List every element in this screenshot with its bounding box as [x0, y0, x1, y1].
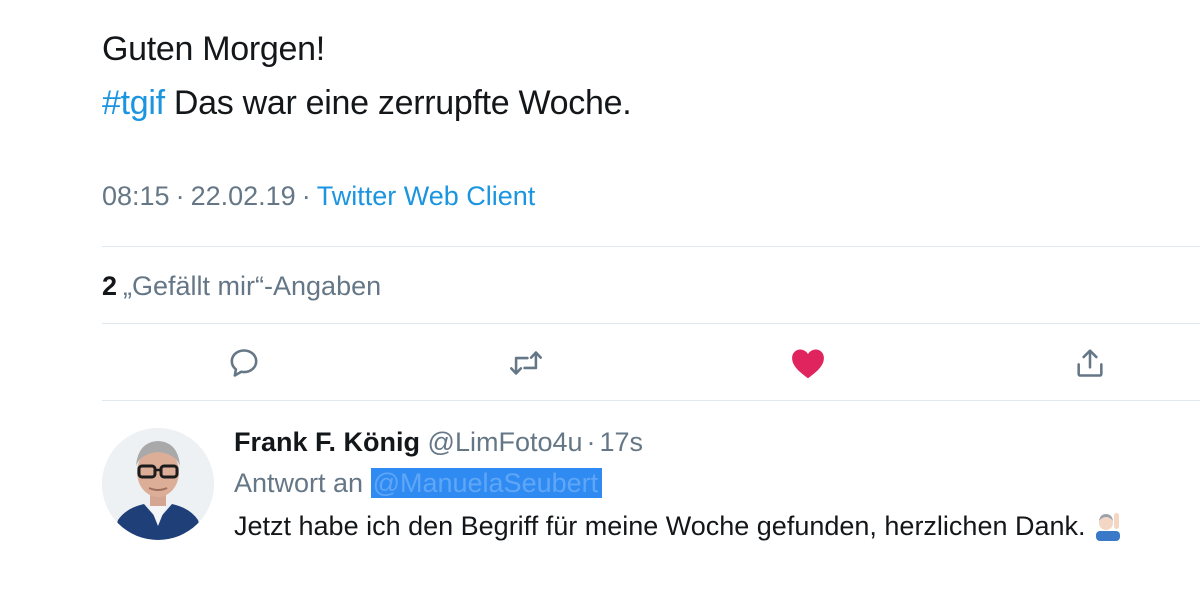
tweet-body-text: Das war eine zerrupfte Woche. [164, 84, 632, 122]
likes-summary[interactable]: 2 „Gefällt mir“-Angaben [102, 266, 381, 306]
divider [102, 323, 1200, 324]
heart-filled-icon [792, 349, 824, 379]
tweet-date: 22.02.19 [190, 181, 296, 211]
person-raising-hand-emoji-icon [1092, 509, 1124, 554]
reply-to-line: Antwort an @ManuelaSeubert [234, 464, 1180, 502]
share-button[interactable] [1070, 343, 1110, 383]
reply-body: Frank F. König @LimFoto4u · 17s Antwort an… [234, 424, 1180, 554]
tweet-meta: 08:15 · 22.02.19 · Twitter Web Client [102, 176, 535, 216]
avatar[interactable] [102, 428, 214, 540]
reply-text-content: Jetzt habe ich den Begriff für meine Woc… [234, 511, 1086, 541]
reply-button[interactable] [224, 343, 264, 383]
tweet-time: 08:15 [102, 181, 170, 211]
author-name[interactable]: Frank F. König [234, 427, 420, 457]
tweet-text: Guten Morgen! #tgif Das war eine zerrupf… [102, 22, 632, 130]
meta-separator: · [175, 181, 185, 211]
reply-icon [230, 349, 258, 377]
avatar-photo [102, 428, 214, 540]
like-button[interactable] [788, 343, 828, 383]
tweet-line-greeting: Guten Morgen! [102, 30, 325, 68]
reply-text: Jetzt habe ich den Begriff für meine Woc… [234, 504, 1180, 554]
reply-age: 17s [599, 427, 644, 457]
divider [102, 246, 1200, 247]
reply-header: Frank F. König @LimFoto4u · 17s [234, 424, 1180, 460]
reply-to-label: Antwort an [234, 468, 371, 498]
meta-separator: · [301, 181, 311, 211]
retweet-button[interactable] [506, 343, 546, 383]
hashtag-link[interactable]: #tgif [102, 84, 165, 122]
share-icon [1077, 349, 1103, 377]
retweet-icon [509, 351, 543, 375]
likes-label: „Gefällt mir“-Angaben [123, 271, 382, 301]
source-client-link[interactable]: Twitter Web Client [317, 181, 536, 211]
mention-link[interactable]: @ManuelaSeubert [370, 468, 603, 498]
likes-count: 2 [102, 271, 118, 301]
divider [102, 400, 1200, 401]
header-separator: · [586, 427, 596, 457]
tweet-line-body: #tgif Das war eine zerrupfte Woche. [102, 76, 632, 130]
author-handle[interactable]: @LimFoto4u [428, 427, 583, 457]
